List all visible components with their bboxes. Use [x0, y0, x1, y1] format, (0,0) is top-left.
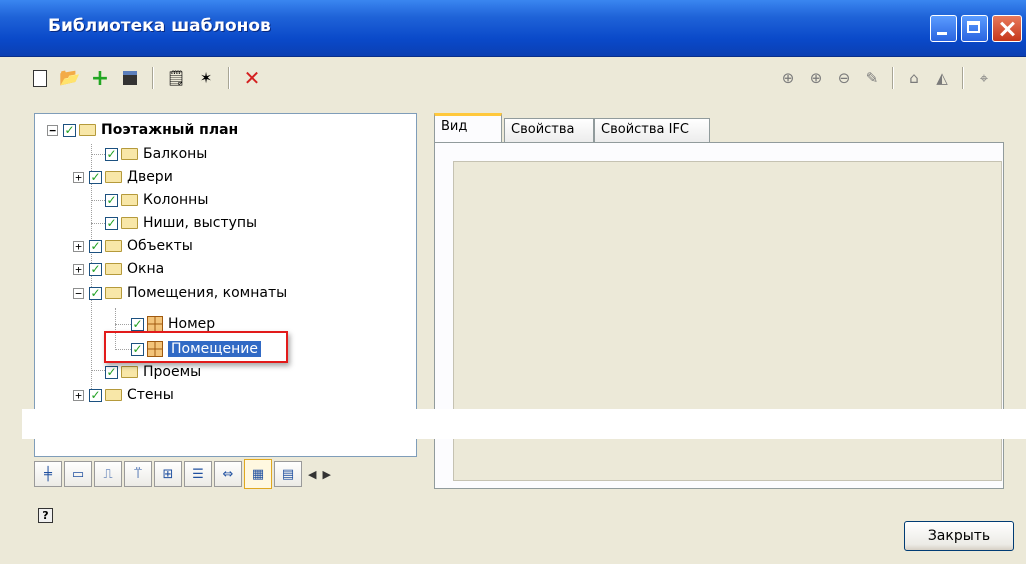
category-tab-stair-icon[interactable]: ⍡ — [124, 461, 152, 487]
template-library-window: Библиотека шаблонов 📂 + 🗒 ✶ ✕ ⊕ ⊕ ⊖ ✎ ⌂ … — [0, 0, 1026, 564]
category-tab-list-icon[interactable]: ☰ — [184, 461, 212, 487]
category-tab-door-icon[interactable]: ⎍ — [94, 461, 122, 487]
expand-icon[interactable]: + — [73, 263, 84, 275]
tree-item-label: Проемы — [143, 364, 202, 380]
tree-item-windows[interactable]: + ✓ Окна — [73, 259, 164, 279]
tree-root-label: Поэтажный план — [101, 122, 239, 138]
scroll-left-icon[interactable]: ◀ — [308, 468, 316, 481]
category-tab-table-icon[interactable]: ▤ — [274, 461, 302, 487]
folder-icon — [79, 124, 96, 136]
main-toolbar: 📂 + 🗒 ✶ ✕ — [28, 64, 264, 92]
tree-item-objects[interactable]: + ✓ Объекты — [73, 236, 193, 256]
checkbox-checked-icon[interactable]: ✓ — [105, 193, 118, 207]
category-tab-strip: ╪ ▭ ⎍ ⍡ ⊞ ☰ ⇔ ▦ ▤ ◀ ▶ — [34, 459, 417, 489]
tab-properties[interactable]: Свойства — [504, 118, 594, 142]
tree-item-walls[interactable]: + ✓ Стены — [73, 385, 174, 405]
zoom-in-icon[interactable]: ⊕ — [804, 66, 828, 90]
scroll-right-icon[interactable]: ▶ — [322, 468, 330, 481]
folder-icon — [105, 263, 122, 275]
tab-scroll-arrows: ◀ ▶ — [308, 468, 331, 481]
tree-item-label: Балконы — [143, 146, 208, 162]
minimize-button[interactable] — [930, 15, 957, 42]
add-icon[interactable]: + — [88, 66, 112, 91]
folder-icon — [121, 194, 138, 206]
checkbox-checked-icon[interactable]: ✓ — [105, 216, 118, 230]
toolbar-separator — [962, 67, 964, 89]
maximize-button[interactable] — [961, 15, 988, 42]
title-bar: Библиотека шаблонов — [0, 0, 1026, 57]
delete-icon[interactable]: ✕ — [240, 66, 264, 90]
selection-highlight-box — [104, 331, 288, 363]
collapse-icon[interactable]: − — [73, 287, 84, 299]
close-button[interactable]: Закрыть — [904, 521, 1014, 551]
folder-icon — [105, 287, 122, 299]
tree-root[interactable]: − ✓ Поэтажный план — [47, 120, 238, 140]
tree-item-columns[interactable]: ✓ Колонны — [89, 190, 208, 210]
collapse-icon[interactable]: − — [47, 124, 58, 136]
checkbox-checked-icon[interactable]: ✓ — [131, 317, 144, 331]
toolbar-separator — [228, 67, 230, 89]
expand-icon[interactable]: + — [73, 389, 84, 401]
category-tab-room-icon[interactable]: ▦ — [244, 459, 272, 489]
tree-item-balconies[interactable]: ✓ Балконы — [89, 144, 207, 164]
tree-item-label: Номер — [168, 316, 216, 332]
folder-icon — [121, 217, 138, 229]
mirror-icon[interactable]: ◭ — [930, 66, 954, 90]
new-template-icon[interactable]: 🗒 — [164, 66, 188, 90]
tree-item-label: Колонны — [143, 192, 209, 208]
category-tab-grid-icon[interactable]: ⊞ — [154, 461, 182, 487]
tree-item-label: Объекты — [127, 238, 193, 254]
tree-item-label: Окна — [127, 261, 165, 277]
tree-item-doors[interactable]: + ✓ Двери — [73, 167, 173, 187]
tree-item-openings[interactable]: ✓ Проемы — [89, 362, 201, 382]
tree-item-label: Помещения, комнаты — [127, 285, 288, 301]
tab-view[interactable]: Вид — [434, 113, 502, 143]
folder-icon — [105, 389, 122, 401]
pan-icon[interactable]: ✎ — [860, 66, 884, 90]
rotate-icon[interactable]: ⌂ — [902, 66, 926, 90]
checkbox-checked-icon[interactable]: ✓ — [63, 123, 76, 137]
checkbox-checked-icon[interactable]: ✓ — [105, 365, 118, 379]
tree-connector — [115, 324, 131, 325]
template-icon — [147, 316, 163, 332]
help-icon[interactable]: ? — [38, 508, 53, 523]
zoom-extents-icon[interactable]: ⊕ — [776, 66, 800, 90]
category-tab-dimension-icon[interactable]: ⇔ — [214, 461, 242, 487]
tree-item-label: Стены — [127, 387, 174, 403]
folder-icon — [105, 171, 122, 183]
expand-icon[interactable]: + — [73, 171, 84, 183]
tree-item-label: Ниши, выступы — [143, 215, 258, 231]
checkbox-checked-icon[interactable]: ✓ — [89, 170, 102, 184]
category-tab-wall-icon[interactable]: ▭ — [64, 461, 92, 487]
zoom-out-icon[interactable]: ⊖ — [832, 66, 856, 90]
clone-icon[interactable]: ✶ — [194, 66, 218, 90]
folder-icon — [105, 240, 122, 252]
template-tree[interactable]: − ✓ Поэтажный план ✓ Балконы + ✓ Двери ✓… — [34, 113, 417, 457]
white-overlay-band — [22, 409, 1026, 439]
checkbox-checked-icon[interactable]: ✓ — [89, 239, 102, 253]
open-icon[interactable]: 📂 — [58, 66, 82, 90]
category-tab-axes-icon[interactable]: ╪ — [34, 461, 62, 487]
tree-item-rooms[interactable]: − ✓ Помещения, комнаты — [73, 283, 287, 303]
close-window-button[interactable] — [992, 15, 1022, 42]
checkbox-checked-icon[interactable]: ✓ — [105, 147, 118, 161]
center-icon[interactable]: ⌖ — [972, 66, 996, 90]
checkbox-checked-icon[interactable]: ✓ — [89, 286, 102, 300]
new-icon[interactable] — [28, 66, 52, 90]
tree-item-label: Двери — [127, 169, 173, 185]
toolbar-separator — [152, 67, 154, 89]
folder-icon — [121, 148, 138, 160]
tab-ifc-properties[interactable]: Свойства IFC — [594, 118, 710, 142]
save-icon[interactable] — [118, 66, 142, 90]
toolbar-separator — [892, 67, 894, 89]
window-title: Библиотека шаблонов — [48, 16, 271, 36]
view-toolbar: ⊕ ⊕ ⊖ ✎ ⌂ ◭ ⌖ — [776, 64, 996, 92]
checkbox-checked-icon[interactable]: ✓ — [89, 262, 102, 276]
folder-icon — [121, 366, 138, 378]
tree-item-niches[interactable]: ✓ Ниши, выступы — [89, 213, 257, 233]
expand-icon[interactable]: + — [73, 240, 84, 252]
checkbox-checked-icon[interactable]: ✓ — [89, 388, 102, 402]
